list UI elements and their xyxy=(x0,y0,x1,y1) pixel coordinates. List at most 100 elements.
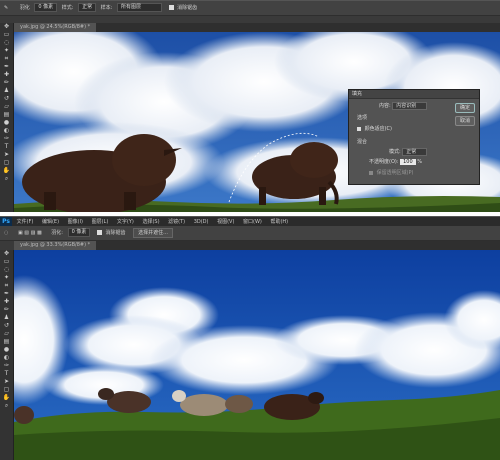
gradient-tool-icon[interactable]: ▤ xyxy=(0,338,13,346)
sample-select[interactable]: 所有图层 xyxy=(116,3,162,12)
lasso-tool-icon[interactable]: ✎ xyxy=(4,5,8,11)
cancel-button[interactable]: 取消 xyxy=(455,116,475,126)
path-select-icon[interactable]: ➤ xyxy=(0,378,13,386)
color-adapt-label: 颜色适应(C) xyxy=(364,126,392,132)
image-canvas[interactable] xyxy=(14,250,500,460)
zoom-tool-icon[interactable]: ⌕ xyxy=(0,402,13,410)
hand-tool-icon[interactable]: ✋ xyxy=(0,167,13,175)
mode-label: 模式: xyxy=(389,149,401,155)
blur-tool-icon[interactable]: ● xyxy=(0,346,13,354)
tools-panel: ✥ ▭ ◌ ✦ ⌗ ✒ ✚ ✏ ♟ ↺ ▱ ▤ ● ◐ ✑ T ➤ ▢ ✋ ⌕ xyxy=(0,250,14,460)
history-brush-icon[interactable]: ↺ xyxy=(0,95,13,103)
zoom-tool-icon[interactable]: ⌕ xyxy=(0,175,13,183)
tools-panel: ✥ ▭ ◌ ✦ ⌗ ✒ ✚ ✏ ♟ ↺ ▱ ▤ ● ◐ ✑ T ➤ ▢ ✋ ⌕ xyxy=(0,23,14,212)
shape-tool-icon[interactable]: ▢ xyxy=(0,159,13,167)
history-brush-icon[interactable]: ↺ xyxy=(0,322,13,330)
marquee-tool-icon[interactable]: ▭ xyxy=(0,31,13,39)
hand-tool-icon[interactable]: ✋ xyxy=(0,394,13,402)
blend-group-label: 混合 xyxy=(357,139,368,145)
menu-help[interactable]: 帮助(H) xyxy=(270,219,288,225)
style-label: 样式: xyxy=(61,5,74,11)
healing-tool-icon[interactable]: ✚ xyxy=(0,298,13,306)
crop-tool-icon[interactable]: ⌗ xyxy=(0,55,13,63)
brush-tool-icon[interactable]: ✏ xyxy=(0,306,13,314)
quick-select-tool-icon[interactable]: ✦ xyxy=(0,274,13,282)
eyedropper-tool-icon[interactable]: ✒ xyxy=(0,63,13,71)
lasso-tool-icon[interactable]: ◌ xyxy=(4,230,8,236)
type-tool-icon[interactable]: T xyxy=(0,370,13,378)
dialog-title: 填充 xyxy=(349,90,479,99)
menu-view[interactable]: 视图(V) xyxy=(217,219,234,225)
app-logo: Ps xyxy=(0,217,12,226)
anti-alias-checkbox[interactable] xyxy=(96,230,102,235)
marquee-tool-icon[interactable]: ▭ xyxy=(0,258,13,266)
eraser-tool-icon[interactable]: ▱ xyxy=(0,330,13,338)
anti-alias-label: 消除锯齿 xyxy=(177,5,198,11)
add-selection-icon[interactable]: ▧ xyxy=(24,230,29,236)
shape-tool-icon[interactable]: ▢ xyxy=(0,386,13,394)
options-bar: ✎ 羽化 0 像素 样式: 正常 样本: 所有图层 消除锯齿 xyxy=(0,1,500,16)
preserve-transparency-checkbox[interactable] xyxy=(369,170,373,175)
quick-select-tool-icon[interactable]: ✦ xyxy=(0,47,13,55)
screenshot-after: Ps 文件(F) 编辑(E) 图像(I) 图层(L) 文字(Y) 选择(S) 滤… xyxy=(0,216,500,460)
sample-label: 样本: xyxy=(100,5,113,11)
lasso-tool-icon[interactable]: ◌ xyxy=(0,39,13,47)
options-bar: ◌ ▣ ▧ ▨ ▩ 羽化: 0 像素 消除锯齿 选择并遮住... xyxy=(0,226,500,241)
dodge-tool-icon[interactable]: ◐ xyxy=(0,127,13,135)
dodge-tool-icon[interactable]: ◐ xyxy=(0,354,13,362)
feather-input[interactable]: 0 像素 xyxy=(34,3,58,12)
opacity-unit: % xyxy=(417,159,423,165)
intersect-selection-icon[interactable]: ▩ xyxy=(37,230,42,236)
menu-filter[interactable]: 滤镜(T) xyxy=(168,219,185,225)
menu-window[interactable]: 窗口(W) xyxy=(243,219,262,225)
menu-file[interactable]: 文件(F) xyxy=(17,219,34,225)
eraser-tool-icon[interactable]: ▱ xyxy=(0,103,13,111)
menu-image[interactable]: 图像(I) xyxy=(68,219,83,225)
color-adapt-checkbox[interactable] xyxy=(357,126,361,131)
preserve-transparency-label: 保留透明区域(P) xyxy=(376,170,414,176)
type-tool-icon[interactable]: T xyxy=(0,143,13,151)
contents-label: 内容: xyxy=(379,103,391,109)
feather-label: 羽化: xyxy=(51,230,63,236)
menu-select[interactable]: 选择(S) xyxy=(142,219,159,225)
new-selection-icon[interactable]: ▣ xyxy=(18,230,23,236)
eyedropper-tool-icon[interactable]: ✒ xyxy=(0,290,13,298)
menu-edit[interactable]: 编辑(E) xyxy=(42,219,59,225)
healing-tool-icon[interactable]: ✚ xyxy=(0,71,13,79)
subtract-selection-icon[interactable]: ▨ xyxy=(31,230,36,236)
stamp-tool-icon[interactable]: ♟ xyxy=(0,314,13,322)
select-and-mask-button[interactable]: 选择并遮住... xyxy=(133,227,173,238)
feather-label: 羽化 xyxy=(19,5,30,11)
path-select-icon[interactable]: ➤ xyxy=(0,151,13,159)
anti-alias-label: 消除锯齿 xyxy=(105,230,126,236)
move-tool-icon[interactable]: ✥ xyxy=(0,23,13,31)
pen-tool-icon[interactable]: ✑ xyxy=(0,362,13,370)
blur-tool-icon[interactable]: ● xyxy=(0,119,13,127)
fill-dialog: 填充 内容: 内容识别 选项 颜色适应(C) 混合 模式: 正常 不透明度(O)… xyxy=(348,89,480,185)
pen-tool-icon[interactable]: ✑ xyxy=(0,135,13,143)
menu-type[interactable]: 文字(Y) xyxy=(117,219,134,225)
gradient-tool-icon[interactable]: ▤ xyxy=(0,111,13,119)
style-select[interactable]: 正常 xyxy=(78,3,97,12)
opacity-label: 不透明度(O): xyxy=(369,159,399,165)
feather-input[interactable]: 0 像素 xyxy=(67,228,91,237)
ok-button[interactable]: 确定 xyxy=(455,103,475,113)
mode-select[interactable]: 正常 xyxy=(402,148,428,156)
document-tab[interactable]: yak.jpg @ 33.3%(RGB/8#) * xyxy=(14,241,97,250)
stamp-tool-icon[interactable]: ♟ xyxy=(0,87,13,95)
options-group-label: 选项 xyxy=(357,115,368,121)
menu-layer[interactable]: 图层(L) xyxy=(92,219,109,225)
document-tabs: yak.jpg @ 24.5%(RGB/8#) * xyxy=(14,23,500,32)
anti-alias-checkbox[interactable] xyxy=(168,5,174,10)
document-tab[interactable]: yak.jpg @ 24.5%(RGB/8#) * xyxy=(14,23,97,32)
brush-tool-icon[interactable]: ✏ xyxy=(0,79,13,87)
menu-bar: Ps 文件(F) 编辑(E) 图像(I) 图层(L) 文字(Y) 选择(S) 滤… xyxy=(0,217,500,226)
document-tabs: yak.jpg @ 33.3%(RGB/8#) * xyxy=(14,241,500,250)
move-tool-icon[interactable]: ✥ xyxy=(0,250,13,258)
lasso-tool-icon[interactable]: ◌ xyxy=(0,266,13,274)
menu-3d[interactable]: 3D(D) xyxy=(194,219,209,225)
contents-select[interactable]: 内容识别 xyxy=(392,102,428,110)
screenshot-before: ✎ 羽化 0 像素 样式: 正常 样本: 所有图层 消除锯齿 yak.jpg @… xyxy=(0,0,500,212)
opacity-input[interactable]: 100 xyxy=(400,159,416,165)
crop-tool-icon[interactable]: ⌗ xyxy=(0,282,13,290)
